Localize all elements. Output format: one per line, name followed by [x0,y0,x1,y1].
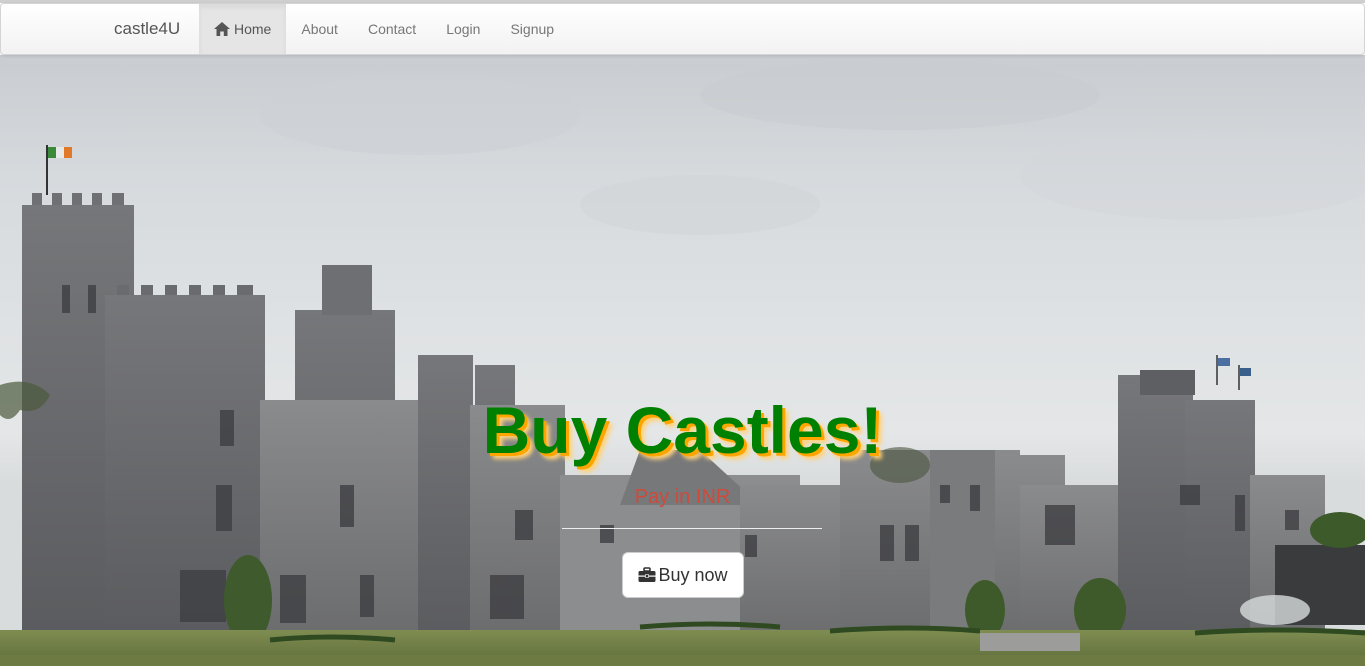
buy-now-button[interactable]: Buy now [622,552,744,598]
nav-contact[interactable]: Contact [353,4,431,54]
navbar: castle4U Home About Contact Login Signup [0,3,1365,55]
nav-home-label: Home [234,21,272,37]
nav-about[interactable]: About [286,4,353,54]
nav-about-label: About [301,21,338,37]
nav-signup-label: Signup [510,21,555,37]
nav-login[interactable]: Login [431,4,495,54]
hero-divider [562,528,822,529]
nav-menu: Home About Contact Login Signup [199,4,569,54]
brand-link[interactable]: castle4U [114,4,180,54]
buy-now-label: Buy now [658,564,728,585]
nav-login-label: Login [446,21,481,37]
hero-title: Buy Castles! [482,393,883,467]
hero-subtitle: Pay in INR [634,486,731,508]
briefcase-icon [638,567,656,582]
nav-contact-label: Contact [367,21,417,37]
nav-signup[interactable]: Signup [495,4,569,54]
home-icon [214,22,230,36]
nav-home[interactable]: Home [199,4,287,54]
hero-section: Buy Castles! Pay in INR Buy now [0,55,1365,666]
